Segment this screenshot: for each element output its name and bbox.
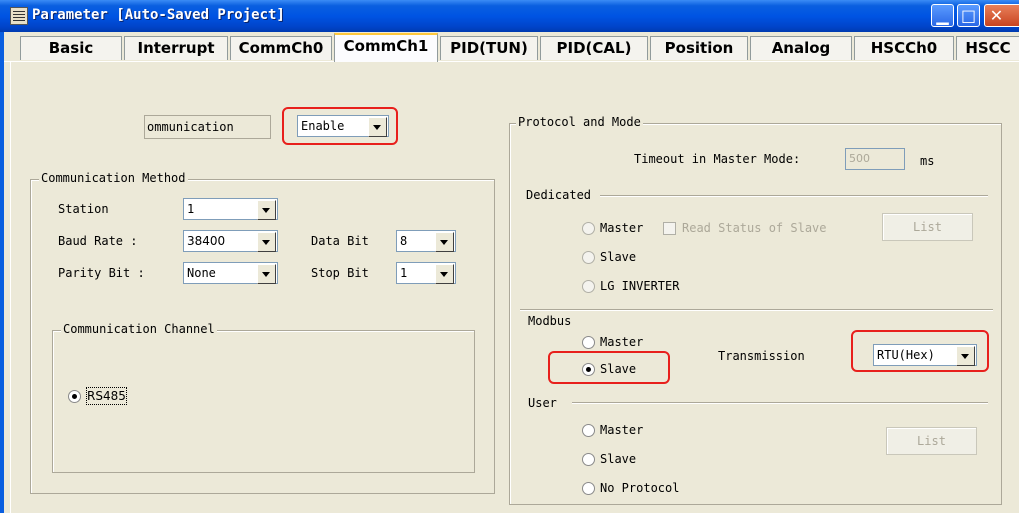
parity-bit-value: None [187, 266, 216, 280]
dedicated-slave-radio[interactable] [582, 251, 595, 264]
dedicated-master-radio[interactable] [582, 222, 595, 235]
window-title: Parameter [Auto-Saved Project] [32, 7, 285, 23]
modbus-slave-label: Slave [600, 362, 637, 376]
modbus-master-label: Master [600, 335, 644, 349]
tab-pid-tun[interactable]: PID(TUN) [440, 36, 538, 60]
tab-basic[interactable]: Basic [20, 36, 122, 60]
communication-channel-title: Communication Channel [61, 322, 217, 336]
user-master-radio[interactable] [582, 424, 595, 437]
station-select[interactable]: 1 [183, 198, 278, 220]
modbus-master-radio[interactable] [582, 336, 595, 349]
transmission-label: Transmission [718, 349, 805, 363]
chevron-down-icon [257, 200, 276, 220]
chevron-down-icon [956, 346, 975, 366]
chevron-down-icon [257, 232, 276, 252]
modbus-separator [520, 309, 993, 311]
chevron-down-icon [257, 264, 276, 284]
window-frame [0, 32, 4, 513]
communication-label: ommunication [147, 120, 234, 134]
protocol-mode-title: Protocol and Mode [516, 115, 643, 129]
rs485-radio[interactable] [68, 390, 81, 403]
minimize-icon: ▁ [936, 6, 949, 25]
parity-bit-select[interactable]: None [183, 262, 278, 284]
close-button[interactable]: ✕ [984, 4, 1019, 27]
rs485-label: RS485 [86, 387, 127, 405]
minimize-button[interactable]: ▁ [931, 4, 954, 27]
close-icon: ✕ [989, 6, 1004, 25]
tab-hscch0[interactable]: HSCCh0 [854, 36, 954, 60]
dedicated-title: Dedicated [526, 188, 592, 202]
tab-interrupt[interactable]: Interrupt [124, 36, 228, 60]
tab-hscch1[interactable]: HSCC [956, 36, 1019, 60]
station-value: 1 [187, 202, 195, 216]
lg-inverter-label: LG INVERTER [600, 279, 680, 293]
dedicated-master-label: Master [600, 221, 644, 235]
tab-commch1[interactable]: CommCh1 [334, 33, 438, 62]
tab-pid-cal[interactable]: PID(CAL) [540, 36, 648, 60]
user-slave-label: Slave [600, 452, 637, 466]
user-list-button[interactable]: List [886, 427, 977, 455]
data-bit-label: Data Bit [311, 234, 369, 248]
read-status-label: Read Status of Slave [682, 221, 827, 235]
no-protocol-radio[interactable] [582, 482, 595, 495]
timeout-label: Timeout in Master Mode: [634, 152, 801, 166]
station-label: Station [58, 202, 109, 216]
communication-label-box: ommunication [144, 115, 271, 139]
dedicated-separator [600, 195, 988, 197]
modbus-slave-radio[interactable] [582, 363, 595, 376]
parity-bit-label: Parity Bit : [58, 266, 145, 280]
no-protocol-label: No Protocol [600, 481, 680, 495]
dedicated-list-button[interactable]: List [882, 213, 973, 241]
dedicated-slave-label: Slave [600, 250, 637, 264]
app-icon [10, 7, 28, 25]
data-bit-select[interactable]: 8 [396, 230, 456, 252]
communication-method-title: Communication Method [39, 171, 188, 185]
stop-bit-select[interactable]: 1 [396, 262, 456, 284]
read-status-checkbox[interactable] [663, 222, 676, 235]
data-bit-value: 8 [400, 234, 408, 248]
baud-rate-value: 38400 [187, 234, 226, 248]
stop-bit-label: Stop Bit [311, 266, 369, 280]
chevron-down-icon [435, 232, 454, 252]
lg-inverter-radio[interactable] [582, 280, 595, 293]
title-bar: Parameter [Auto-Saved Project] ▁ □ ✕ [0, 0, 1019, 32]
transmission-select[interactable]: RTU(Hex) [873, 344, 977, 366]
tab-analog[interactable]: Analog [750, 36, 852, 60]
user-title: User [528, 396, 557, 410]
timeout-unit: ms [920, 154, 935, 168]
baud-rate-label: Baud Rate : [58, 234, 138, 248]
modbus-title: Modbus [528, 314, 572, 328]
user-separator [572, 402, 988, 404]
user-master-label: Master [600, 423, 644, 437]
tab-commch0[interactable]: CommCh0 [230, 36, 332, 60]
transmission-value: RTU(Hex) [877, 348, 935, 362]
stop-bit-value: 1 [400, 266, 408, 280]
chevron-down-icon [435, 264, 454, 284]
communication-value: Enable [301, 119, 345, 133]
maximize-icon: □ [960, 6, 977, 25]
communication-select[interactable]: Enable [297, 115, 389, 137]
baud-rate-select[interactable]: 38400 [183, 230, 278, 252]
chevron-down-icon [368, 117, 387, 137]
user-slave-radio[interactable] [582, 453, 595, 466]
tab-position[interactable]: Position [650, 36, 748, 60]
timeout-input[interactable]: 500 [845, 148, 905, 170]
maximize-button[interactable]: □ [957, 4, 980, 27]
